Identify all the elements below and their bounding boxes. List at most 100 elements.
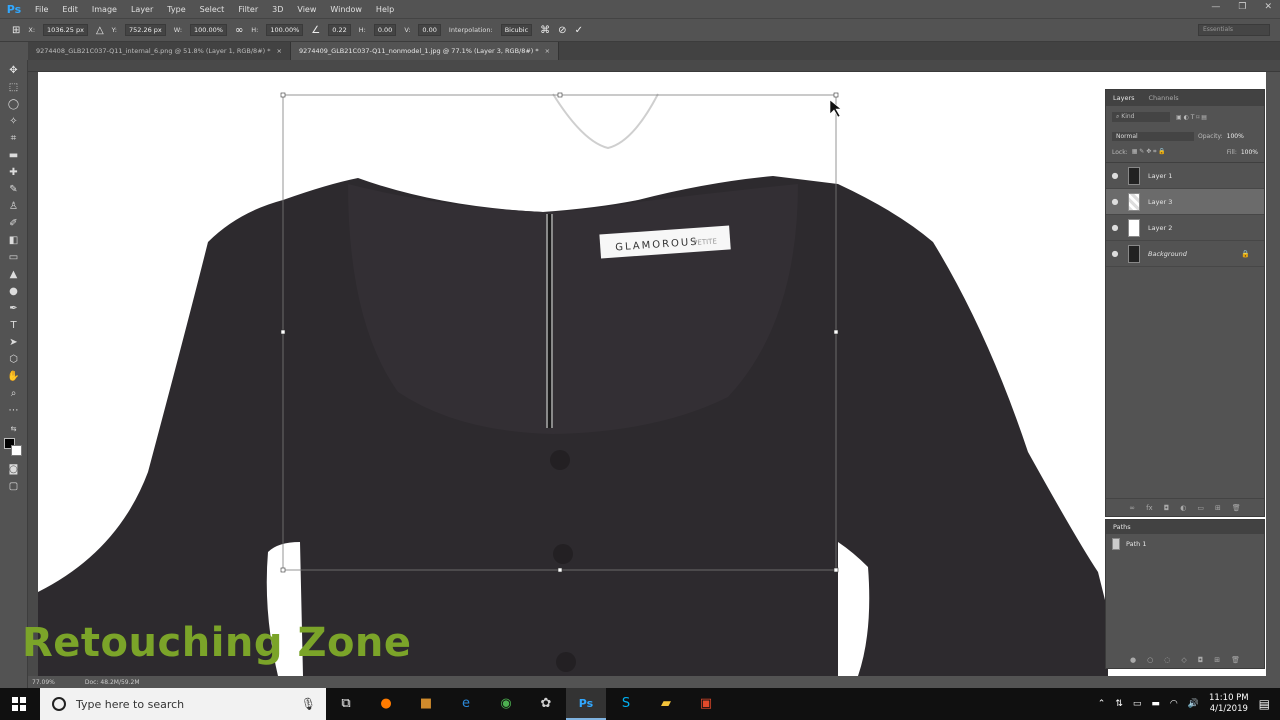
cancel-transform-icon[interactable]: ⊘: [558, 25, 566, 36]
adjustment-icon[interactable]: ◐: [1180, 504, 1186, 512]
eyedropper-tool-icon[interactable]: ▬: [7, 149, 20, 162]
clock[interactable]: 11:10 PM 4/1/2019: [1209, 693, 1249, 715]
menu-window[interactable]: Window: [323, 5, 369, 14]
task-view-icon[interactable]: ⧉: [326, 688, 366, 720]
brush-tool-icon[interactable]: ✎: [7, 183, 20, 196]
background-color-swatch[interactable]: [11, 445, 22, 456]
chrome-icon[interactable]: ◉: [486, 688, 526, 720]
type-tool-icon[interactable]: T: [7, 319, 20, 332]
shape-tool-icon[interactable]: ⬡: [7, 353, 20, 366]
zoom-tool-icon[interactable]: ⌕: [7, 387, 20, 400]
blur-tool-icon[interactable]: ▲: [7, 268, 20, 281]
transform-handle[interactable]: [557, 92, 563, 98]
add-mask-icon[interactable]: ◘: [1198, 656, 1204, 664]
gradient-tool-icon[interactable]: ▭: [7, 251, 20, 264]
magic-wand-tool-icon[interactable]: ✧: [7, 115, 20, 128]
path-row[interactable]: Path 1: [1106, 534, 1264, 554]
dodge-tool-icon[interactable]: ●: [7, 285, 20, 298]
visibility-eye-icon[interactable]: ●: [1106, 223, 1124, 232]
document-canvas[interactable]: GLAMOROUS PETITE: [38, 72, 1266, 676]
chevron-up-icon[interactable]: ⌃: [1098, 699, 1106, 709]
app-icon[interactable]: ■: [406, 688, 446, 720]
load-selection-icon[interactable]: ◌: [1164, 656, 1170, 664]
trash-icon[interactable]: 🗑: [1232, 504, 1241, 512]
lasso-tool-icon[interactable]: ◯: [7, 98, 20, 111]
transform-handle[interactable]: [280, 329, 286, 335]
notification-icon[interactable]: ▤: [1259, 697, 1270, 711]
crop-tool-icon[interactable]: ⌗: [7, 132, 20, 145]
layer-row-layer-1[interactable]: ● Layer 1: [1106, 163, 1264, 189]
photoshop-taskbar-icon[interactable]: Ps: [566, 688, 606, 720]
healing-tool-icon[interactable]: ✚: [7, 166, 20, 179]
layer-row-background[interactable]: ● Background 🔒: [1106, 241, 1264, 267]
blend-mode-select[interactable]: Normal: [1112, 131, 1194, 141]
windows-start-icon[interactable]: [12, 697, 26, 711]
transform-handle[interactable]: [833, 567, 839, 573]
lock-icons[interactable]: ▦ ✎ ✥ ⌗ 🔒: [1132, 148, 1166, 156]
hand-tool-icon[interactable]: ✋: [7, 370, 20, 383]
close-icon[interactable]: ✕: [1264, 2, 1272, 12]
tab-layers[interactable]: Layers: [1106, 94, 1142, 102]
pen-tool-icon[interactable]: ✒: [7, 302, 20, 315]
quick-mask-icon[interactable]: ◙: [7, 463, 20, 476]
more-tools-icon[interactable]: ⋯: [7, 404, 20, 417]
filter-icons[interactable]: ▣ ◐ T ⌑ ▤: [1176, 114, 1207, 121]
commit-transform-icon[interactable]: ✓: [575, 25, 583, 36]
firefox-icon[interactable]: ●: [366, 688, 406, 720]
close-tab-icon[interactable]: ×: [545, 47, 550, 55]
add-mask-icon[interactable]: ◘: [1164, 504, 1170, 512]
visibility-eye-icon[interactable]: ●: [1106, 249, 1124, 258]
new-path-icon[interactable]: ⊞: [1214, 656, 1220, 664]
fill-path-icon[interactable]: ●: [1130, 656, 1136, 664]
file-explorer-icon[interactable]: ▰: [646, 688, 686, 720]
visibility-eye-icon[interactable]: ●: [1106, 171, 1124, 180]
tab-paths[interactable]: Paths: [1106, 523, 1138, 531]
stroke-path-icon[interactable]: ○: [1147, 656, 1153, 664]
visibility-eye-icon[interactable]: ●: [1106, 197, 1124, 206]
width-field[interactable]: 100.00%: [190, 24, 227, 36]
workspace-select[interactable]: Essentials: [1198, 24, 1270, 36]
transform-handle[interactable]: [280, 92, 286, 98]
skype-icon[interactable]: S: [606, 688, 646, 720]
interpolation-select[interactable]: Bicubic: [500, 24, 533, 36]
restore-icon[interactable]: ❐: [1238, 2, 1246, 12]
group-icon[interactable]: ▭: [1197, 504, 1204, 512]
tab-internal[interactable]: 9274408_GLB21C037-Q11_internal_6.png @ 5…: [28, 42, 291, 60]
layer-filter-kind[interactable]: ⌕ Kind: [1112, 112, 1170, 122]
tab-nonmodel[interactable]: 9274409_GLB21C037-Q11_nonmodel_1.jpg @ 7…: [290, 42, 560, 60]
app-icon[interactable]: ▣: [686, 688, 726, 720]
warp-icon[interactable]: ⌘: [540, 25, 550, 36]
layer-row-layer-2[interactable]: ● Layer 2: [1106, 215, 1264, 241]
stamp-tool-icon[interactable]: ♙: [7, 200, 20, 213]
fx-icon[interactable]: fx: [1146, 504, 1153, 512]
transform-handle[interactable]: [557, 567, 563, 573]
edge-icon[interactable]: e: [446, 688, 486, 720]
tab-channels[interactable]: Channels: [1142, 94, 1186, 102]
network-icon[interactable]: ⇅: [1115, 699, 1123, 709]
layer-row-layer-3[interactable]: ● Layer 3: [1106, 189, 1264, 215]
menu-image[interactable]: Image: [85, 5, 124, 14]
opacity-field[interactable]: 100%: [1227, 133, 1244, 140]
volume-icon[interactable]: 🔊: [1188, 699, 1199, 709]
link-icon[interactable]: ∞: [235, 25, 243, 36]
transform-handle[interactable]: [833, 329, 839, 335]
make-path-icon[interactable]: ◇: [1181, 656, 1186, 664]
menu-layer[interactable]: Layer: [124, 5, 160, 14]
screen-mode-icon[interactable]: ▢: [7, 480, 20, 493]
menu-type[interactable]: Type: [160, 5, 192, 14]
trash-icon[interactable]: 🗑: [1231, 656, 1240, 664]
wifi-icon[interactable]: ◠: [1170, 699, 1178, 709]
hskew-field[interactable]: 0.00: [373, 24, 397, 36]
height-field[interactable]: 100.00%: [266, 24, 304, 36]
battery-icon[interactable]: ▬: [1151, 699, 1160, 709]
menu-select[interactable]: Select: [193, 5, 232, 14]
swap-colors-icon[interactable]: ⇆: [7, 423, 20, 436]
paint-icon[interactable]: ✿: [526, 688, 566, 720]
move-tool-icon[interactable]: ✥: [7, 64, 20, 77]
y-field[interactable]: 752.26 px: [124, 24, 166, 36]
new-layer-icon[interactable]: ⊞: [1215, 504, 1221, 512]
link-layers-icon[interactable]: ∞: [1129, 504, 1135, 512]
history-brush-icon[interactable]: ✐: [7, 217, 20, 230]
x-field[interactable]: 1036.25 px: [43, 24, 88, 36]
zoom-level[interactable]: 77.09%: [32, 679, 55, 686]
